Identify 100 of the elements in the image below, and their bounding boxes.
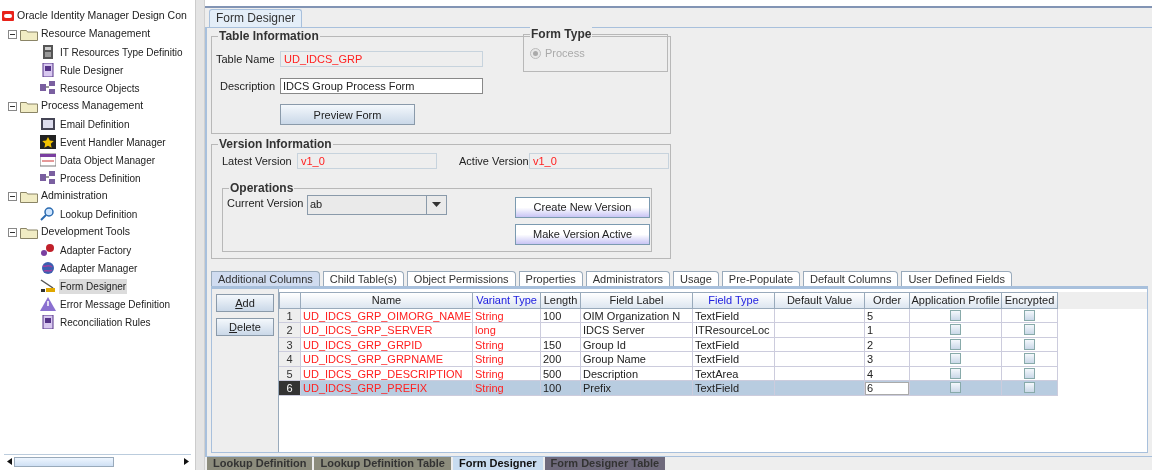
table-cell: UD_IDCS_GRP_SERVER	[301, 323, 473, 338]
field-label: Current Version	[227, 195, 305, 211]
document-tab[interactable]: Form Designer	[452, 457, 543, 470]
magnifier-icon	[40, 207, 56, 221]
checkbox[interactable]	[950, 367, 961, 379]
tab[interactable]: Administrators	[585, 270, 671, 286]
column-header[interactable]: Encrypted	[1002, 291, 1058, 309]
tab[interactable]: User Defined Fields	[901, 270, 1012, 286]
tab[interactable]: Child Table(s)	[322, 270, 404, 286]
gears-icon	[40, 243, 56, 257]
description-field[interactable]: IDCS Group Process Form	[280, 77, 483, 94]
tree-folder-label[interactable]: Process Management	[41, 98, 144, 114]
column-header[interactable]: Variant Type	[473, 291, 541, 309]
tree-item[interactable]: Event Handler Manager	[59, 134, 167, 150]
table-cell: 100	[541, 381, 581, 396]
folder-icon	[20, 189, 38, 203]
column-header[interactable]: Field Label	[581, 291, 693, 309]
tree-item[interactable]: IT Resources Type Definitio	[59, 44, 184, 60]
field-label: Active Version	[459, 154, 529, 169]
radio-label: Process	[545, 46, 585, 61]
folder-icon	[20, 225, 38, 239]
version-action-button[interactable]: Make Version Active	[515, 223, 650, 245]
tree-item[interactable]: Email Definition	[59, 116, 131, 132]
column-header[interactable]: Length	[541, 291, 581, 309]
table-row[interactable]: 2 UD_IDCS_GRP_SERVER long IDCS Server ITResourceLoc 1	[279, 323, 1058, 338]
table-cell: Group Name	[581, 352, 693, 367]
checkbox[interactable]	[950, 309, 961, 321]
version-action-button[interactable]: Create New Version	[515, 196, 650, 218]
column-header[interactable]: Name	[301, 291, 473, 309]
field-label: Latest Version	[222, 154, 293, 169]
document-icon	[40, 63, 56, 77]
tree-item[interactable]: Data Object Manager	[59, 152, 157, 168]
table-cell: TextField	[693, 352, 775, 367]
checkbox[interactable]	[950, 382, 961, 394]
tab[interactable]: Pre-Populate	[721, 270, 801, 286]
tree-root-label[interactable]: Oracle Identity Manager Design Con	[17, 8, 187, 24]
collapse-toggle[interactable]	[8, 101, 17, 111]
scrollbar-thumb[interactable]	[14, 456, 114, 467]
document-tab[interactable]: Lookup Definition Table	[314, 457, 451, 470]
version-dropdown[interactable]: ab	[307, 194, 447, 215]
row-number: 2	[279, 323, 301, 338]
document-icon	[40, 315, 56, 329]
row-number: 4	[279, 352, 301, 367]
checkbox[interactable]	[1024, 367, 1035, 379]
caret-icon	[432, 202, 441, 207]
table-cell: 3	[865, 352, 910, 367]
tree-item[interactable]: Rule Designer	[59, 62, 125, 78]
tab[interactable]: Usage	[673, 270, 719, 286]
column-header[interactable]: Application Profile	[910, 291, 1002, 309]
tab[interactable]: Additional Columns	[211, 270, 320, 286]
checkbox[interactable]	[1024, 353, 1035, 365]
folder-icon	[20, 27, 38, 41]
active-version-field: v1_0	[529, 153, 669, 170]
tree-item[interactable]: Adapter Manager	[59, 260, 139, 276]
checkbox[interactable]	[1024, 309, 1035, 321]
folder-icon	[20, 99, 38, 113]
grid-button[interactable]: Delete	[216, 317, 274, 336]
row-number: 6	[279, 381, 301, 396]
table-row[interactable]: 4 UD_IDCS_GRP_GRPNAME String 200 Group Name TextField 3	[279, 352, 1058, 367]
tree-item[interactable]: Process Definition	[59, 170, 142, 186]
checkbox[interactable]	[950, 324, 961, 336]
group-title: Form Type	[530, 26, 593, 42]
column-header[interactable]: Order	[865, 291, 910, 309]
tree-folder-label[interactable]: Administration	[41, 188, 108, 204]
grid-button[interactable]: Add	[216, 293, 274, 312]
tree-item[interactable]: Adapter Factory	[59, 242, 133, 258]
tree-item[interactable]: Resource Objects	[59, 80, 141, 96]
latest-version-field: v1_0	[297, 153, 437, 170]
tree-item[interactable]: Reconciliation Rules	[59, 314, 152, 330]
flowchart-icon	[40, 171, 56, 185]
scroll-right-icon[interactable]	[181, 456, 191, 467]
tree-folder-label[interactable]: Resource Management	[41, 26, 151, 42]
table-cell: String	[473, 381, 541, 396]
column-header[interactable]: Default Value	[775, 291, 865, 309]
table-row[interactable]: 6 UD_IDCS_GRP_PREFIX String 100 Prefix TextField 6	[279, 381, 1058, 396]
column-header[interactable]: Field Type	[693, 291, 775, 309]
tree-folder-label[interactable]: Development Tools	[41, 224, 131, 240]
horizontal-scrollbar[interactable]	[4, 454, 191, 468]
document-tab[interactable]: Lookup Definition	[207, 457, 313, 470]
table-cell: UD_IDCS_GRP_GRPNAME	[301, 352, 473, 367]
collapse-toggle[interactable]	[8, 29, 17, 39]
checkbox[interactable]	[950, 338, 961, 350]
checkbox[interactable]	[950, 353, 961, 365]
preview-form-button[interactable]: Preview Form	[280, 104, 415, 125]
tab[interactable]: Object Permissions	[406, 270, 516, 286]
tree-item[interactable]: Form Designer	[59, 278, 128, 294]
checkbox[interactable]	[1024, 338, 1035, 350]
warning-icon	[40, 297, 56, 311]
tab[interactable]: Properties	[518, 270, 583, 286]
collapse-toggle[interactable]	[8, 227, 17, 237]
tree-item[interactable]: Lookup Definition	[59, 206, 139, 222]
field-label: Table Name	[215, 52, 276, 67]
order-input[interactable]: 6	[865, 381, 909, 395]
checkbox[interactable]	[1024, 382, 1035, 394]
tree-item[interactable]: Error Message Definition	[59, 296, 172, 312]
tab[interactable]: Default Columns	[803, 270, 899, 286]
main-tab[interactable]: Form Designer	[209, 9, 303, 27]
collapse-toggle[interactable]	[8, 191, 17, 201]
flowchart-icon	[40, 81, 56, 95]
checkbox[interactable]	[1024, 324, 1035, 336]
